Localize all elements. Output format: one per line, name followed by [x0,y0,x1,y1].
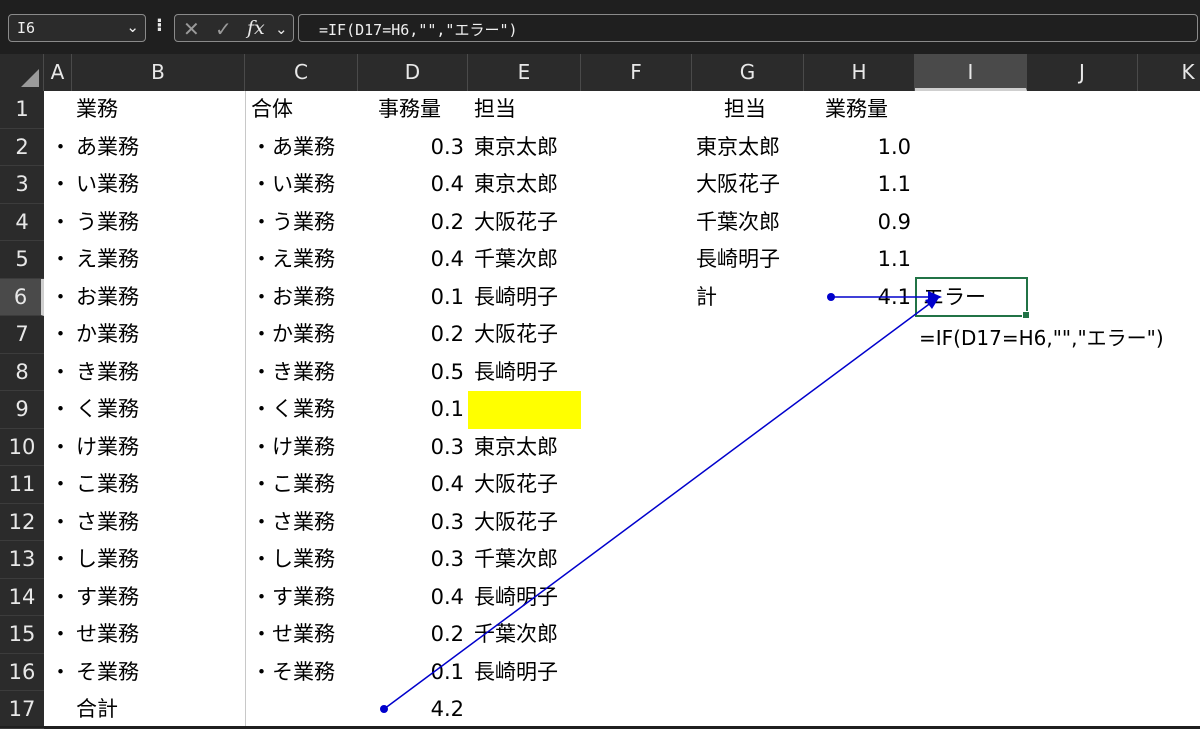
row-headers: 1 2 3 4 5 6 7 8 9 10 11 12 13 14 15 16 1… [0,91,44,729]
trace-arrow-origin-d17 [380,705,388,713]
row-header-12[interactable]: 12 [0,504,44,541]
row-header-6[interactable]: 6 [0,278,44,316]
more-options-icon[interactable]: ⁝ [156,15,163,36]
select-all-icon [21,69,39,87]
select-all-button[interactable] [0,54,44,91]
column-header-j[interactable]: J [1027,54,1138,91]
chevron-down-icon[interactable]: ⌄ [275,20,288,38]
column-header-f[interactable]: F [581,54,692,91]
column-header-b[interactable]: B [72,54,245,91]
column-header-a[interactable]: A [44,54,72,91]
row-header-3[interactable]: 3 [0,166,44,204]
row-header-15[interactable]: 15 [0,616,44,654]
row-header-8[interactable]: 8 [0,354,44,391]
row-header-16[interactable]: 16 [0,654,44,691]
name-box-value: I6 [17,19,36,37]
name-box[interactable]: I6 ⌄ [8,14,146,42]
row-header-9[interactable]: 9 [0,391,44,429]
row-header-1[interactable]: 1 [0,91,44,129]
cancel-icon[interactable]: ✕ [183,17,200,41]
worksheet[interactable]: 業務 合体 事務量 担当 担当 業務量 合計 4.2 東京太郎 大阪花子 千葉次… [44,91,1200,726]
formula-text: =IF(D17=H6,"","エラー") [319,21,518,39]
column-header-d[interactable]: D [358,54,468,91]
chevron-down-icon[interactable]: ⌄ [126,18,139,36]
trace-arrow-origin-h6 [827,293,835,301]
column-header-k[interactable]: K [1138,54,1200,91]
formula-input[interactable]: =IF(D17=H6,"","エラー") [298,14,1198,42]
column-header-i[interactable]: I [915,54,1027,91]
row-header-7[interactable]: 7 [0,316,44,354]
row-header-2[interactable]: 2 [0,129,44,166]
trace-arrows [380,291,942,713]
row-header-14[interactable]: 14 [0,579,44,616]
column-header-h[interactable]: H [804,54,915,91]
column-header-c[interactable]: C [245,54,358,91]
row-header-4[interactable]: 4 [0,204,44,241]
confirm-icon[interactable]: ✓ [215,17,232,41]
row-header-13[interactable]: 13 [0,541,44,579]
column-headers: A B C D E F G H I J K [0,54,1200,91]
formula-bar: I6 ⌄ ⁝ ✕ ✓ fx ⌄ =IF(D17=H6,"","エラー") [0,0,1200,54]
row-header-17[interactable]: 17 [0,691,44,729]
trace-arrow-d17-to-i6 [383,298,937,710]
column-header-g[interactable]: G [692,54,804,91]
formula-buttons: ✕ ✓ fx ⌄ [174,14,294,42]
column-header-e[interactable]: E [468,54,581,91]
row-header-5[interactable]: 5 [0,241,44,279]
insert-function-icon[interactable]: fx [247,17,265,39]
row-header-11[interactable]: 11 [0,466,44,504]
row-header-10[interactable]: 10 [0,429,44,466]
